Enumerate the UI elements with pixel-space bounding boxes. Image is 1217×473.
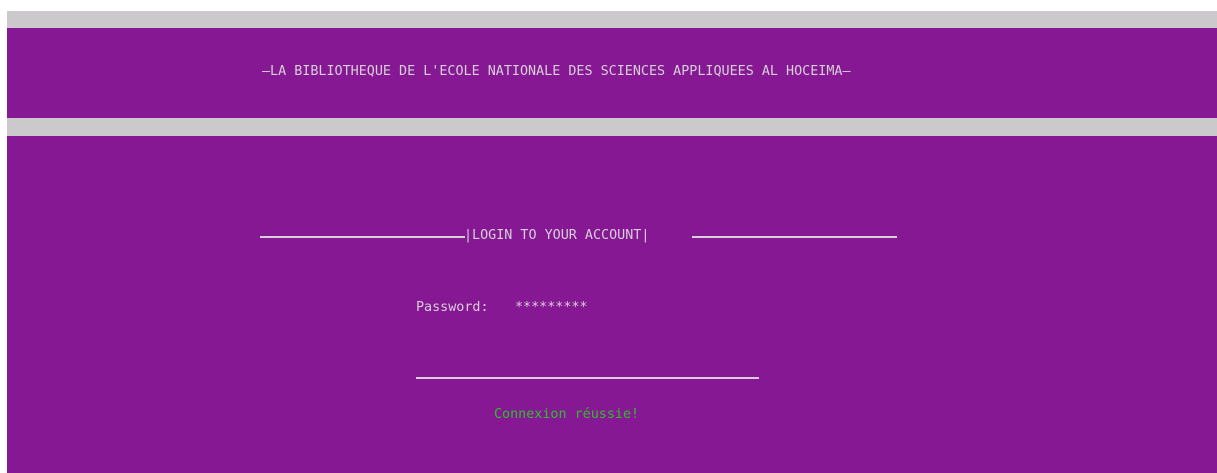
header-banner: —LA BIBLIOTHEQUE DE L'ECOLE NATIONALE DE… <box>7 28 1217 118</box>
terminal-window: —LA BIBLIOTHEQUE DE L'ECOLE NATIONALE DE… <box>0 0 1217 473</box>
login-success-message: Connexion réussie! <box>494 407 640 422</box>
top-separator-bar <box>7 11 1217 28</box>
input-underline <box>416 377 759 379</box>
login-panel: |LOGIN TO YOUR ACCOUNT| Password: ******… <box>7 136 1217 473</box>
password-label: Password: <box>416 300 489 315</box>
library-title: —LA BIBLIOTHEQUE DE L'ECOLE NATIONALE DE… <box>262 64 851 79</box>
heading-rule-left <box>260 236 465 238</box>
middle-separator-bar <box>7 118 1217 136</box>
password-field[interactable]: ********* <box>515 300 588 315</box>
login-heading: |LOGIN TO YOUR ACCOUNT| <box>464 228 650 243</box>
heading-rule-right <box>692 236 897 238</box>
